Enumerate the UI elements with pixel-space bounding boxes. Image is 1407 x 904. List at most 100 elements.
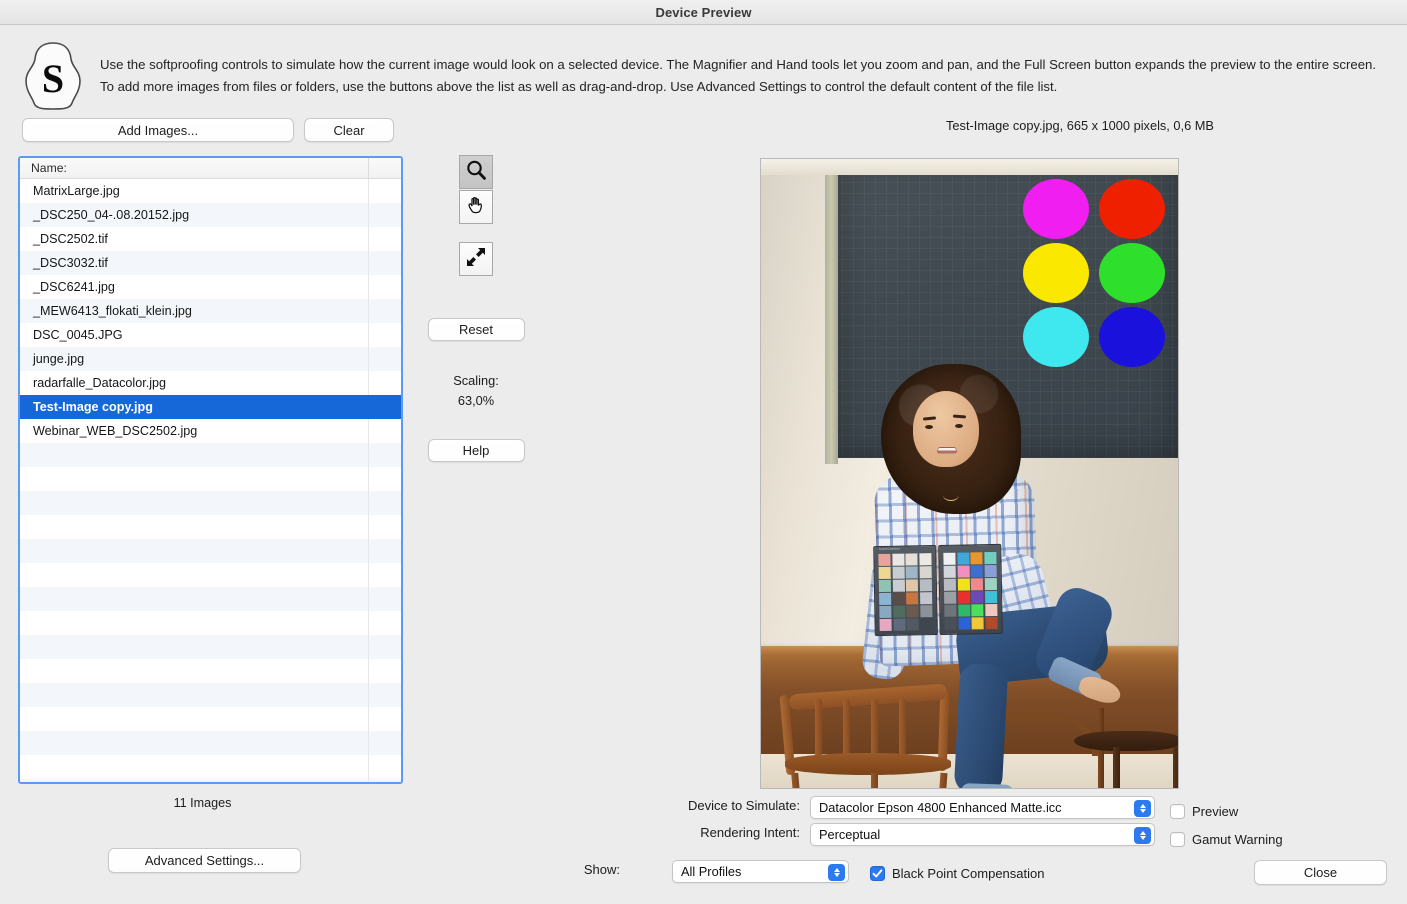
colorchecker-patch (985, 591, 997, 603)
file-name-cell: _DSC3032.tif (20, 256, 368, 270)
file-list-row[interactable] (20, 731, 401, 755)
black-point-compensation-checkbox[interactable] (870, 866, 885, 881)
file-extra-cell (368, 179, 401, 203)
colorchecker-patch (907, 619, 919, 631)
file-extra-cell (368, 203, 401, 227)
photo-color-circles (1023, 179, 1173, 369)
show-label: Show: (560, 862, 620, 877)
photo-woman-shin (954, 663, 1009, 788)
reset-button[interactable]: Reset (428, 318, 525, 341)
file-list-row[interactable] (20, 563, 401, 587)
colorchecker-patch (971, 591, 983, 603)
file-list-row[interactable]: MatrixLarge.jpg (20, 179, 401, 203)
show-select[interactable]: All Profiles (672, 860, 849, 883)
help-button[interactable]: Help (428, 439, 525, 462)
file-list-row[interactable]: Webinar_WEB_DSC2502.jpg (20, 419, 401, 443)
file-extra-cell (368, 491, 401, 515)
file-list-row[interactable] (20, 515, 401, 539)
file-list-row[interactable]: DSC_0045.JPG (20, 323, 401, 347)
color-circle-4 (1099, 243, 1165, 303)
photo-board-frame (825, 159, 838, 464)
colorchecker-patch (944, 592, 956, 604)
file-list-row[interactable] (20, 587, 401, 611)
file-list-row[interactable] (20, 779, 401, 784)
file-list-row[interactable] (20, 467, 401, 491)
add-images-button[interactable]: Add Images... (22, 118, 294, 142)
checkmark-icon (872, 868, 883, 879)
column-header-extra[interactable] (368, 158, 401, 178)
file-list-row[interactable]: _DSC250_04-.08.20152.jpg (20, 203, 401, 227)
magnifier-tool-button[interactable] (459, 155, 493, 189)
photo-woman-mouth (937, 447, 957, 454)
file-list-row[interactable]: radarfalle_Datacolor.jpg (20, 371, 401, 395)
colorchecker-patch (906, 593, 918, 605)
file-list-body[interactable]: MatrixLarge.jpg_DSC250_04-.08.20152.jpg_… (20, 179, 401, 784)
file-panel: Add Images... Clear Name: MatrixLarge.jp… (0, 118, 420, 142)
colorchecker-patch (920, 618, 932, 630)
file-list-row[interactable] (20, 611, 401, 635)
file-list-row[interactable] (20, 443, 401, 467)
file-list-row[interactable]: Test-Image copy.jpg (20, 395, 401, 419)
rendering-intent-select[interactable]: Perceptual (810, 823, 1155, 846)
hand-icon (465, 194, 487, 221)
file-list-row[interactable]: _DSC3032.tif (20, 251, 401, 275)
preview-photo: ColorChecker (761, 159, 1178, 788)
intro-text: Use the softproofing controls to simulat… (100, 41, 1390, 111)
chevron-updown-icon[interactable] (1134, 827, 1151, 844)
file-extra-cell (368, 323, 401, 347)
colorchecker-patch (878, 554, 890, 566)
fullscreen-expand-icon (465, 246, 487, 273)
chevron-updown-icon[interactable] (1134, 800, 1151, 817)
photo-woman-eye-left (925, 425, 933, 429)
file-list-row[interactable]: junge.jpg (20, 347, 401, 371)
file-list-row[interactable]: _DSC2502.tif (20, 227, 401, 251)
file-list-row[interactable] (20, 491, 401, 515)
colorchecker-patch (906, 606, 918, 618)
colorchecker-patch (892, 580, 904, 592)
file-list[interactable]: Name: MatrixLarge.jpg_DSC250_04-.08.2015… (18, 156, 403, 784)
colorchecker-patch (971, 565, 983, 577)
file-list-row[interactable]: _MEW6413_flokati_klein.jpg (20, 299, 401, 323)
file-extra-cell (368, 779, 401, 784)
gamut-warning-checkbox-row[interactable]: Gamut Warning (1170, 832, 1283, 847)
file-list-row[interactable] (20, 659, 401, 683)
file-panel-buttons: Add Images... Clear (0, 118, 420, 142)
colorchecker-patch (958, 618, 970, 630)
file-list-row[interactable]: _DSC6241.jpg (20, 275, 401, 299)
file-list-row[interactable] (20, 635, 401, 659)
file-list-row[interactable] (20, 755, 401, 779)
header-region: S Use the softproofing controls to simul… (0, 25, 1407, 111)
colorchecker-patch (879, 593, 891, 605)
black-point-compensation-row[interactable]: Black Point Compensation (870, 866, 1044, 881)
advanced-settings-button[interactable]: Advanced Settings... (108, 848, 301, 873)
colorchecker-patch (919, 566, 931, 578)
file-extra-cell (368, 467, 401, 491)
hand-tool-button[interactable] (459, 190, 493, 224)
close-button[interactable]: Close (1254, 860, 1387, 885)
rendering-intent-value: Perceptual (819, 827, 880, 842)
preview-checkbox[interactable] (1170, 804, 1185, 819)
fullscreen-tool-button[interactable] (459, 242, 493, 276)
preview-column: Test-Image copy.jpg, 665 x 1000 pixels, … (540, 118, 1400, 133)
column-header-name[interactable]: Name: (20, 158, 368, 178)
scaling-title: Scaling: (426, 371, 526, 391)
preview-checkbox-row[interactable]: Preview (1170, 804, 1238, 819)
image-count-label: 11 Images (0, 796, 405, 810)
clear-button[interactable]: Clear (304, 118, 394, 142)
gamut-warning-checkbox[interactable] (1170, 832, 1185, 847)
image-preview-canvas[interactable]: ColorChecker (760, 158, 1179, 789)
device-to-simulate-label: Device to Simulate: (620, 798, 800, 813)
file-list-row[interactable] (20, 683, 401, 707)
device-to-simulate-select[interactable]: Datacolor Epson 4800 Enhanced Matte.icc (810, 796, 1155, 819)
chevron-updown-icon[interactable] (828, 864, 845, 881)
file-list-row[interactable] (20, 707, 401, 731)
color-circle-6 (1099, 307, 1165, 367)
color-circle-5 (1023, 307, 1089, 367)
file-list-row[interactable] (20, 539, 401, 563)
colorchecker-patch (944, 566, 956, 578)
colorchecker-left-panel: ColorChecker (873, 545, 938, 636)
colorchecker-patch (920, 605, 932, 617)
file-list-header: Name: (20, 158, 401, 179)
photo-ceiling (761, 159, 1178, 175)
device-to-simulate-value: Datacolor Epson 4800 Enhanced Matte.icc (819, 800, 1062, 815)
